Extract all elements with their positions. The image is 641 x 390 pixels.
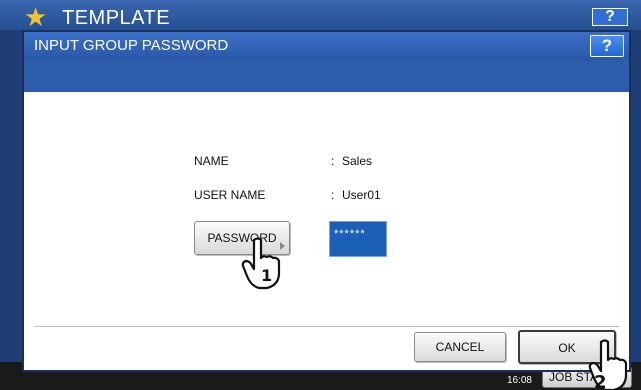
input-group-password-dialog: INPUT GROUP PASSWORD ? NAME : Sales USER… <box>22 30 631 372</box>
background-right-panel <box>630 30 641 390</box>
name-colon: : <box>331 154 335 168</box>
cancel-button[interactable]: CANCEL <box>414 332 506 362</box>
background-title: TEMPLATE <box>62 7 171 29</box>
help-button[interactable]: ? <box>590 35 624 57</box>
password-field[interactable]: ****** <box>329 221 387 257</box>
background-help-button[interactable]: ? <box>592 8 628 26</box>
step-1-number: 1 <box>261 266 272 285</box>
step-2-number: 2 <box>594 372 607 390</box>
background-left-panel <box>0 30 22 390</box>
star-icon: ★ <box>24 3 48 33</box>
dialog-header: INPUT GROUP PASSWORD ? <box>24 32 629 60</box>
dialog-body <box>24 92 629 370</box>
user-name-colon: : <box>331 188 335 202</box>
name-label: NAME <box>194 154 229 168</box>
name-value: Sales <box>342 154 373 168</box>
dialog-subheader-bar <box>24 60 629 92</box>
user-name-label: USER NAME <box>194 188 266 202</box>
pointing-hand-icon-step-1: 1 <box>241 237 281 290</box>
clock-time: 16:08 <box>506 375 532 386</box>
dialog-title: INPUT GROUP PASSWORD <box>34 37 229 54</box>
divider <box>34 326 619 327</box>
pointing-hand-icon-step-2: 2 <box>588 339 628 390</box>
user-name-value: User01 <box>342 188 381 202</box>
